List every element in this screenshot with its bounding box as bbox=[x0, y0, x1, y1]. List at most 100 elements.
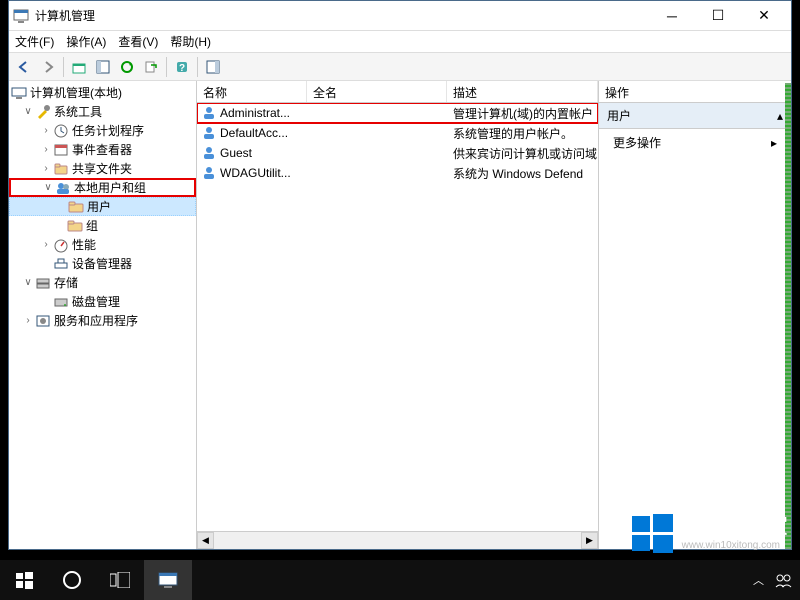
user-icon bbox=[201, 125, 217, 141]
help-button[interactable]: ? bbox=[171, 56, 193, 78]
svg-text:?: ? bbox=[179, 63, 185, 74]
forward-button[interactable] bbox=[37, 56, 59, 78]
back-button[interactable] bbox=[13, 56, 35, 78]
user-icon bbox=[201, 145, 217, 161]
list-panel: 名称 全名 描述 Administrat... 管理计算机(域)的内置帐户 De… bbox=[197, 81, 599, 549]
computer-management-window: 计算机管理 ─ ☐ ✕ 文件(F) 操作(A) 查看(V) 帮助(H) ? bbox=[8, 0, 792, 550]
user-name: DefaultAcc... bbox=[220, 126, 288, 140]
user-row-wdagutility[interactable]: WDAGUtilit... 系统为 Windows Defend bbox=[197, 163, 598, 183]
watermark-brand: Win10之家 bbox=[682, 515, 788, 539]
taskbar-app-compmgmt[interactable] bbox=[144, 560, 192, 600]
user-name: Guest bbox=[220, 146, 252, 160]
tree-device-manager[interactable]: 设备管理器 bbox=[9, 254, 196, 273]
performance-icon bbox=[53, 237, 69, 253]
clock-icon bbox=[53, 123, 69, 139]
taskbar: ︿ bbox=[0, 560, 800, 600]
expand-icon[interactable]: › bbox=[39, 125, 53, 136]
tree-groups-label: 组 bbox=[86, 217, 98, 234]
folder-icon bbox=[67, 218, 83, 234]
collapse-icon[interactable]: ∨ bbox=[21, 106, 35, 117]
tray-chevron-up-icon[interactable]: ︿ bbox=[753, 572, 764, 588]
window-controls: ─ ☐ ✕ bbox=[649, 1, 787, 31]
tree-storage[interactable]: ∨ 存储 bbox=[9, 273, 196, 292]
users-group-icon bbox=[55, 180, 71, 196]
watermark: Win10之家 www.win10xitong.com bbox=[630, 510, 788, 556]
tree-groups[interactable]: 组 bbox=[9, 216, 196, 235]
tree-users[interactable]: 用户 bbox=[9, 197, 196, 216]
list-body[interactable]: Administrat... 管理计算机(域)的内置帐户 DefaultAcc.… bbox=[197, 103, 598, 531]
tree-disk-mgmt[interactable]: 磁盘管理 bbox=[9, 292, 196, 311]
tree-system-tools[interactable]: ∨ 系统工具 bbox=[9, 102, 196, 121]
navigation-tree[interactable]: 计算机管理(本地) ∨ 系统工具 › 任务计划程序 › 事件查看器 › 共享文件… bbox=[9, 81, 197, 549]
actions-section-users[interactable]: 用户 ▴ bbox=[599, 103, 791, 129]
minimize-button[interactable]: ─ bbox=[649, 1, 695, 31]
event-icon bbox=[53, 142, 69, 158]
show-hide-tree-button[interactable] bbox=[92, 56, 114, 78]
maximize-button[interactable]: ☐ bbox=[695, 1, 741, 31]
chevron-right-icon: ▸ bbox=[771, 136, 777, 150]
actions-pane: 操作 用户 ▴ 更多操作 ▸ bbox=[599, 81, 791, 549]
windows-logo-icon bbox=[630, 510, 676, 556]
tree-event-viewer[interactable]: › 事件查看器 bbox=[9, 140, 196, 159]
refresh-button[interactable] bbox=[116, 56, 138, 78]
scroll-right-icon[interactable]: ▶ bbox=[581, 532, 598, 549]
user-icon bbox=[201, 165, 217, 181]
expand-icon[interactable]: › bbox=[21, 315, 35, 326]
list-header: 名称 全名 描述 bbox=[197, 81, 598, 103]
tree-performance[interactable]: › 性能 bbox=[9, 235, 196, 254]
menu-help[interactable]: 帮助(H) bbox=[170, 33, 211, 50]
column-header-desc[interactable]: 描述 bbox=[447, 81, 598, 102]
show-hide-action-pane-button[interactable] bbox=[202, 56, 224, 78]
folder-icon bbox=[68, 199, 84, 215]
menu-action[interactable]: 操作(A) bbox=[66, 33, 106, 50]
actions-more-label: 更多操作 bbox=[613, 134, 661, 151]
resize-handle[interactable] bbox=[785, 83, 791, 549]
window-title: 计算机管理 bbox=[35, 7, 649, 24]
services-icon bbox=[35, 313, 51, 329]
actions-more[interactable]: 更多操作 ▸ bbox=[599, 129, 791, 156]
actions-section-label: 用户 bbox=[607, 107, 631, 124]
tree-event-viewer-label: 事件查看器 bbox=[72, 141, 132, 158]
tree-task-scheduler[interactable]: › 任务计划程序 bbox=[9, 121, 196, 140]
tree-system-tools-label: 系统工具 bbox=[54, 103, 102, 120]
disk-icon bbox=[53, 294, 69, 310]
tree-local-users-groups-label: 本地用户和组 bbox=[74, 179, 146, 196]
tray-people-icon[interactable] bbox=[774, 571, 792, 589]
user-desc: 系统为 Windows Defend bbox=[447, 165, 598, 182]
user-name: WDAGUtilit... bbox=[220, 166, 291, 180]
system-tray: ︿ bbox=[753, 571, 792, 589]
cortana-button[interactable] bbox=[48, 560, 96, 600]
column-header-name[interactable]: 名称 bbox=[197, 81, 307, 102]
column-header-fullname[interactable]: 全名 bbox=[307, 81, 447, 102]
expand-icon[interactable]: › bbox=[39, 163, 53, 174]
tree-disk-mgmt-label: 磁盘管理 bbox=[72, 293, 120, 310]
collapse-icon[interactable]: ∨ bbox=[21, 277, 35, 288]
user-desc: 系统管理的用户帐户。 bbox=[447, 125, 598, 142]
horizontal-scrollbar[interactable]: ◀ ▶ bbox=[197, 531, 598, 549]
expand-icon[interactable]: › bbox=[39, 239, 53, 250]
tree-local-users-groups[interactable]: ∨ 本地用户和组 bbox=[9, 178, 196, 197]
toolbar: ? bbox=[9, 53, 791, 81]
scroll-left-icon[interactable]: ◀ bbox=[197, 532, 214, 549]
up-button[interactable] bbox=[68, 56, 90, 78]
tree-services-apps[interactable]: › 服务和应用程序 bbox=[9, 311, 196, 330]
titlebar: 计算机管理 ─ ☐ ✕ bbox=[9, 1, 791, 31]
tree-root-label: 计算机管理(本地) bbox=[30, 84, 122, 101]
user-name: Administrat... bbox=[220, 106, 290, 120]
expand-icon[interactable]: › bbox=[39, 144, 53, 155]
tree-root[interactable]: 计算机管理(本地) bbox=[9, 83, 196, 102]
tools-icon bbox=[35, 104, 51, 120]
device-icon bbox=[53, 256, 69, 272]
menu-view[interactable]: 查看(V) bbox=[118, 33, 158, 50]
start-button[interactable] bbox=[0, 560, 48, 600]
export-button[interactable] bbox=[140, 56, 162, 78]
tree-shared-folders[interactable]: › 共享文件夹 bbox=[9, 159, 196, 178]
menu-file[interactable]: 文件(F) bbox=[15, 33, 54, 50]
collapse-icon[interactable]: ∨ bbox=[41, 182, 55, 193]
task-view-button[interactable] bbox=[96, 560, 144, 600]
user-row-defaultaccount[interactable]: DefaultAcc... 系统管理的用户帐户。 bbox=[197, 123, 598, 143]
tree-performance-label: 性能 bbox=[72, 236, 96, 253]
close-button[interactable]: ✕ bbox=[741, 1, 787, 31]
user-row-administrator[interactable]: Administrat... 管理计算机(域)的内置帐户 bbox=[197, 103, 598, 123]
user-row-guest[interactable]: Guest 供来宾访问计算机或访问域 bbox=[197, 143, 598, 163]
